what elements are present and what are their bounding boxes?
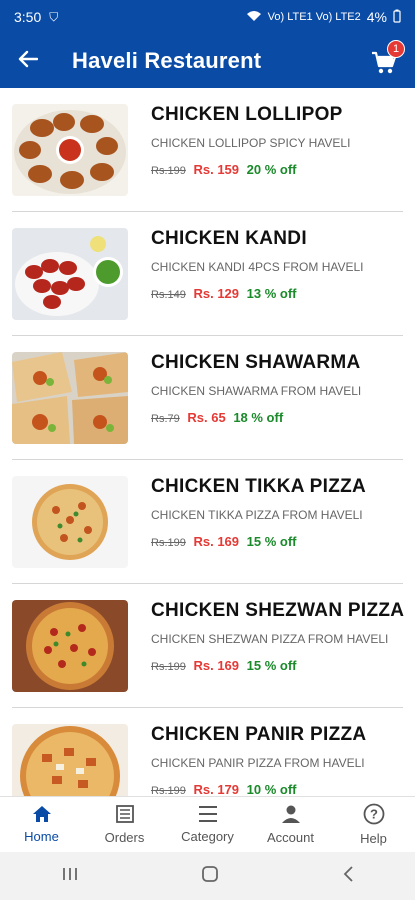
nav-help-label: Help: [360, 831, 387, 846]
back-button[interactable]: [0, 34, 56, 88]
system-navigation-bar: [0, 852, 415, 900]
item-mrp: Rs.199: [151, 785, 186, 796]
item-price: Rs. 169: [193, 534, 240, 549]
item-discount: 10 % off: [246, 782, 297, 796]
item-description: CHICKEN SHEZWAN PIZZA FROM HAVELI: [151, 632, 389, 646]
item-prices: Rs.199 Rs. 179 10 % off: [151, 782, 297, 796]
item-name: CHICKEN KANDI: [151, 228, 307, 249]
nav-category-label: Category: [181, 829, 234, 844]
item-description: CHICKEN SHAWARMA FROM HAVELI: [151, 384, 362, 398]
nav-home-label: Home: [24, 829, 59, 844]
item-prices: Rs.199 Rs. 159 20 % off: [151, 162, 297, 177]
item-discount: 18 % off: [233, 410, 284, 425]
list-item[interactable]: CHICKEN SHAWARMA CHICKEN SHAWARMA FROM H…: [12, 336, 403, 460]
product-image-shezwan-pizza: [12, 600, 128, 692]
nav-account[interactable]: Account: [249, 797, 332, 852]
item-prices: Rs.199 Rs. 169 15 % off: [151, 534, 297, 549]
back-arrow-icon: [18, 50, 39, 73]
product-image-shawarma: [12, 352, 128, 444]
wifi-icon: [246, 10, 262, 25]
item-price: Rs. 65: [187, 410, 226, 425]
nav-orders[interactable]: Orders: [83, 797, 166, 852]
account-icon: [281, 804, 301, 827]
item-name: CHICKEN SHAWARMA: [151, 352, 361, 373]
cart-button[interactable]: 1: [369, 40, 405, 78]
item-description: CHICKEN PANIR PIZZA FROM HAVELI: [151, 756, 365, 770]
item-discount: 20 % off: [246, 162, 297, 177]
home-button-icon[interactable]: [201, 865, 219, 888]
status-right: Vo) LTE1 Vo) LTE2 4%: [246, 9, 401, 26]
bottom-navigation: Home Orders Category Account ? Help: [0, 796, 415, 852]
item-mrp: Rs.79: [151, 413, 180, 425]
product-list[interactable]: CHICKEN LOLLIPOP CHICKEN LOLLIPOP SPICY …: [0, 88, 415, 796]
network-label: Vo) LTE1 Vo) LTE2: [267, 11, 361, 23]
item-prices: Rs.199 Rs. 169 15 % off: [151, 658, 297, 673]
item-name: CHICKEN LOLLIPOP: [151, 104, 343, 125]
item-mrp: Rs.199: [151, 661, 186, 673]
item-prices: Rs.79 Rs. 65 18 % off: [151, 410, 283, 425]
status-bar: 3:50 ⛉ Vo) LTE1 Vo) LTE2 4%: [0, 0, 415, 34]
product-image-kandi: [12, 228, 128, 320]
shield-icon: ⛉: [49, 9, 59, 24]
recents-icon[interactable]: [61, 866, 79, 887]
item-price: Rs. 129: [193, 286, 240, 301]
nav-help[interactable]: ? Help: [332, 797, 415, 852]
product-image-lollipop: [12, 104, 128, 196]
back-nav-icon[interactable]: [342, 865, 354, 888]
product-image-panir-pizza: [12, 724, 128, 796]
item-description: CHICKEN KANDI 4PCS FROM HAVELI: [151, 260, 364, 274]
cart-badge: 1: [387, 40, 405, 58]
item-description: CHICKEN LOLLIPOP SPICY HAVELI: [151, 136, 351, 150]
orders-icon: [115, 804, 135, 827]
battery-icon: [393, 9, 401, 26]
item-price: Rs. 169: [193, 658, 240, 673]
list-item[interactable]: CHICKEN TIKKA PIZZA CHICKEN TIKKA PIZZA …: [12, 460, 403, 584]
status-time: 3:50: [14, 9, 42, 25]
item-price: Rs. 179: [193, 782, 240, 796]
item-discount: 15 % off: [246, 534, 297, 549]
item-name: CHICKEN PANIR PIZZA: [151, 724, 367, 745]
item-description: CHICKEN TIKKA PIZZA FROM HAVELI: [151, 508, 363, 522]
item-discount: 13 % off: [246, 286, 297, 301]
item-mrp: Rs.199: [151, 165, 186, 177]
item-mrp: Rs.149: [151, 289, 186, 301]
item-prices: Rs.149 Rs. 129 13 % off: [151, 286, 297, 301]
nav-orders-label: Orders: [104, 830, 145, 845]
page-title: Haveli Restaurent: [72, 48, 262, 73]
item-name: CHICKEN SHEZWAN PIZZA: [151, 600, 405, 621]
product-image-tikka-pizza: [12, 476, 128, 568]
battery-percent: 4%: [366, 9, 387, 25]
item-name: CHICKEN TIKKA PIZZA: [151, 476, 367, 497]
list-item[interactable]: CHICKEN LOLLIPOP CHICKEN LOLLIPOP SPICY …: [12, 88, 403, 212]
item-mrp: Rs.199: [151, 537, 186, 549]
app-bar: Haveli Restaurent 1: [0, 34, 415, 88]
svg-text:?: ?: [370, 807, 378, 822]
nav-category[interactable]: Category: [166, 797, 249, 852]
list-item[interactable]: CHICKEN SHEZWAN PIZZA CHICKEN SHEZWAN PI…: [12, 584, 405, 708]
list-item[interactable]: CHICKEN KANDI CHICKEN KANDI 4PCS FROM HA…: [12, 212, 403, 336]
home-icon: [32, 805, 52, 826]
nav-home[interactable]: Home: [0, 797, 83, 852]
item-price: Rs. 159: [193, 162, 240, 177]
menu-icon: [198, 805, 218, 826]
list-item[interactable]: CHICKEN PANIR PIZZA CHICKEN PANIR PIZZA …: [12, 708, 403, 796]
nav-account-label: Account: [267, 830, 314, 845]
help-icon: ?: [363, 803, 385, 828]
item-discount: 15 % off: [246, 658, 297, 673]
